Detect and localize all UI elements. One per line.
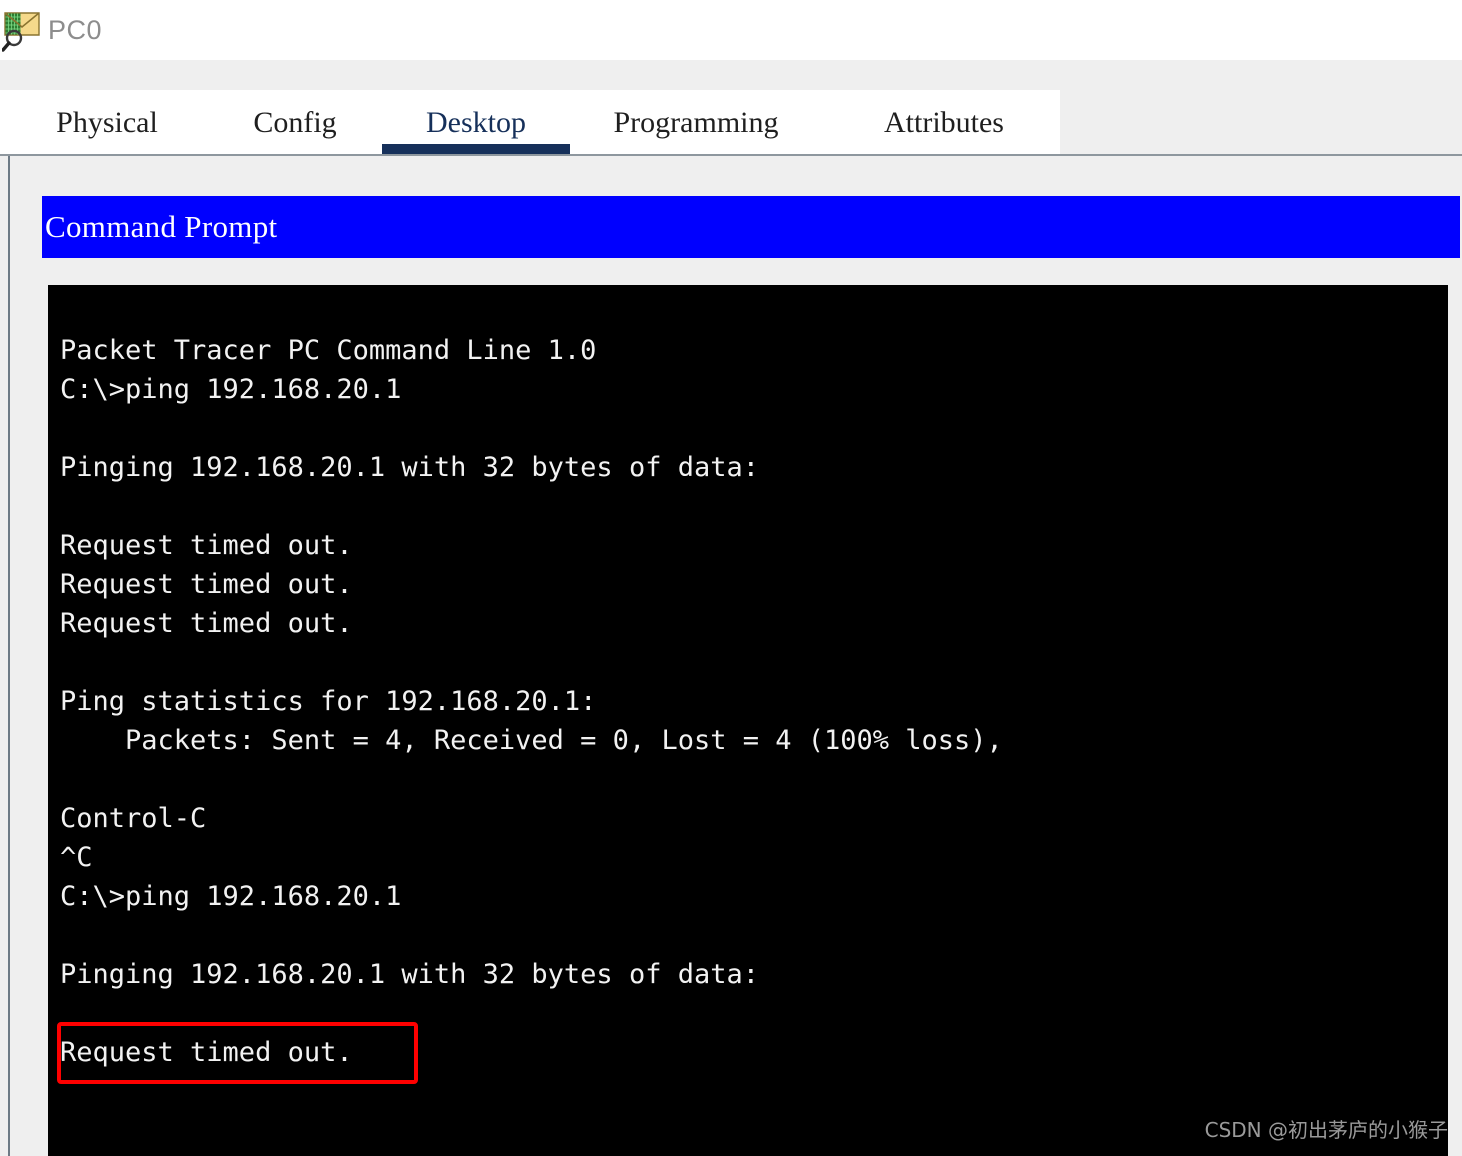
tab-attributes[interactable]: Attributes <box>860 90 1028 155</box>
tab-bar: Physical Config Desktop Programming Attr… <box>0 90 1060 155</box>
terminal-line: Request timed out. <box>60 1037 353 1068</box>
command-prompt-title: Command Prompt <box>45 209 278 244</box>
terminal-line: C:\>ping 192.168.20.1 <box>60 881 402 912</box>
terminal-line: Packets: Sent = 4, Received = 0, Lost = … <box>60 725 1003 756</box>
tab-physical[interactable]: Physical <box>42 90 172 155</box>
terminal-line: C:\>ping 192.168.20.1 <box>60 374 402 405</box>
title-bar-gap <box>0 60 1462 90</box>
terminal-line: Pinging 192.168.20.1 with 32 bytes of da… <box>60 452 759 483</box>
tab-config-label: Config <box>253 106 337 139</box>
tab-programming[interactable]: Programming <box>605 90 787 155</box>
panel-left-border <box>8 156 10 1156</box>
window-title-text: PC0 <box>48 14 103 45</box>
terminal-line: Pinging 192.168.20.1 with 32 bytes of da… <box>60 959 759 990</box>
command-prompt-header: Command Prompt <box>42 196 1460 258</box>
tab-physical-label: Physical <box>56 106 158 139</box>
terminal-line: Request timed out. <box>60 569 353 600</box>
packet-tracer-pc-icon <box>1 8 42 52</box>
tab-programming-label: Programming <box>613 106 779 139</box>
terminal-output: Packet Tracer PC Command Line 1.0 C:\>pin… <box>60 331 1003 1072</box>
terminal-line: Packet Tracer PC Command Line 1.0 <box>60 335 597 366</box>
tab-desktop[interactable]: Desktop <box>382 90 570 155</box>
window-title-bar: PC0 <box>0 0 1462 60</box>
terminal-line: Request timed out. <box>60 530 353 561</box>
tab-desktop-label: Desktop <box>426 106 526 139</box>
terminal-line: ^C <box>60 842 93 873</box>
terminal-line: Request timed out. <box>60 608 353 639</box>
terminal-line: Ping statistics for 192.168.20.1: <box>60 686 597 717</box>
tab-config[interactable]: Config <box>245 90 345 155</box>
tab-attributes-label: Attributes <box>884 106 1004 139</box>
watermark-text: CSDN @初出茅庐的小猴子 <box>1204 1118 1448 1142</box>
terminal-line: Control-C <box>60 803 207 834</box>
command-prompt-terminal[interactable]: Packet Tracer PC Command Line 1.0 C:\>pin… <box>48 285 1448 1156</box>
